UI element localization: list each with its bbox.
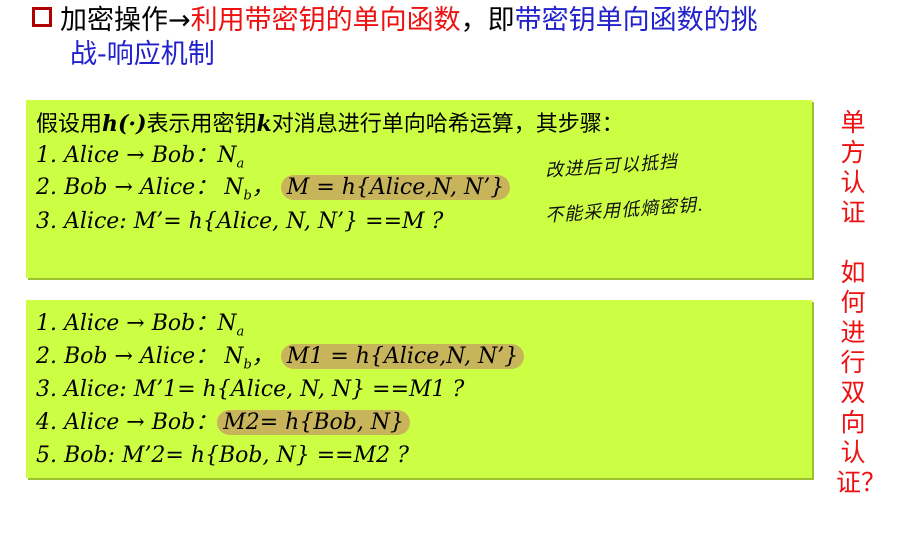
heading-part4: 带密钥单向函数的挑 [514,5,758,36]
one-way-auth-box: 假设用h(·)表示用密钥k对消息进行单向哈希运算，其步骤： 1. Alice →… [26,100,812,278]
side-label-one-way: 单方认证 [840,108,866,227]
intro-hash-symbol: h(·) [102,111,147,137]
box1-step3: 3. Alice: M’= h{Alice, N, N’} ==M ? [36,209,444,234]
box2-step2-highlight: M1 = h{Alice,N, N’} [280,344,525,369]
box2-step2-comma: ， [251,344,274,369]
box2-step1-sub: a [236,324,245,340]
box1-step2-sub: b [243,188,252,204]
box2-step1-text: 1. Alice → Bob：N [36,311,237,336]
intro-text-b: 表示用密钥 [146,112,257,137]
slide-heading: 加密操作→利用带密钥的单向函数，即带密钥单向函数的挑 战-响应机制 [32,4,872,72]
box2-step1: 1. Alice → Bob：Na [36,310,244,346]
intro-text-a: 假设用 [36,112,103,137]
side-spacer [836,228,870,258]
heading-part3: ，即 [460,5,515,36]
box1-step2-text: 2. Bob → Alice： N [36,175,244,200]
box2-step2-text: 2. Bob → Alice： N [36,344,244,369]
box1-step1-sub: a [236,156,245,172]
intro-text-c: 对消息进行单向哈希运算，其步骤： [271,112,624,137]
intro-key-symbol: k [256,111,272,137]
box2-step4-text: 4. Alice → Bob： [36,410,218,435]
box2-step3: 3. Alice: M’1= h{Alice, N, N} ==M1 ? [36,377,465,402]
box1-intro: 假设用h(·)表示用密钥k对消息进行单向哈希运算，其步骤： [36,110,624,139]
heading-part2: 利用带密钥的单向函数 [190,5,461,36]
box1-step1: 1. Alice → Bob：Na [36,142,244,178]
square-bullet-icon [32,7,52,27]
side-label-mutual: 如何进行双向认证？ [836,258,887,497]
box1-step2-comma: ， [251,175,274,200]
heading-part5: 战-响应机制 [70,39,215,70]
mutual-auth-box: 1. Alice → Bob：Na 2. Bob → Alice： Nb， M1… [26,300,812,478]
box2-step2: 2. Bob → Alice： Nb， M1 = h{Alice,N, N’} [36,343,525,379]
box1-step2: 2. Bob → Alice： Nb， M = h{Alice,N, N’} [36,174,511,210]
box2-step5: 5. Bob: M’2= h{Bob, N} ==M2 ? [36,443,409,468]
box1-step1-text: 1. Alice → Bob：N [36,143,237,168]
side-annotation: 单方认证 如何进行双向认证？ [836,108,887,498]
box2-step4-highlight: M2= h{Bob, N} [217,410,411,435]
box2-step2-sub: b [243,357,252,373]
heading-part1: 加密操作→ [60,5,191,36]
box1-step2-highlight: M = h{Alice,N, N’} [280,175,511,200]
box2-step4: 4. Alice → Bob： M2= h{Bob, N} [36,409,411,437]
